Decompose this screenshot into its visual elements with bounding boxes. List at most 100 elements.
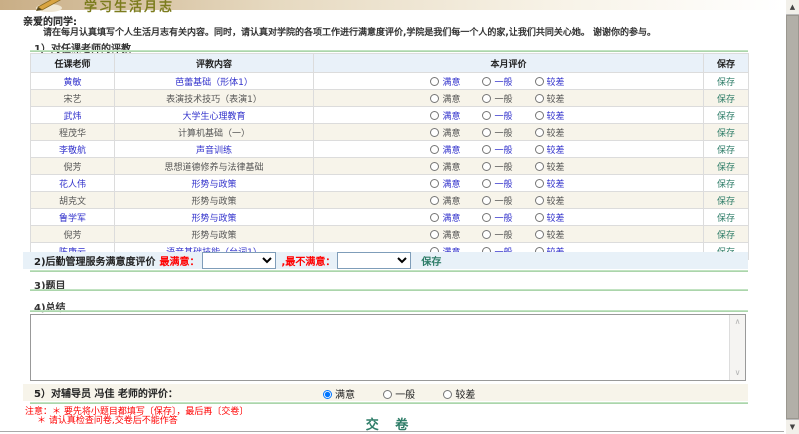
rating-radio-neutral[interactable] [482, 179, 491, 188]
rating-option-neutral[interactable]: 一般 [482, 75, 512, 88]
rating-radio-satisfied[interactable] [430, 94, 439, 103]
table-row: 胡克文 形势与政策 满意一般较差 保存 [31, 192, 749, 209]
rating-option-neutral[interactable]: 一般 [482, 194, 512, 207]
rating-option-neutral[interactable]: 一般 [482, 177, 512, 190]
rating-radio-neutral[interactable] [482, 213, 491, 222]
rating-radio-satisfied[interactable] [430, 128, 439, 137]
rating-radio-satisfied[interactable] [430, 230, 439, 239]
rating-option-poor[interactable]: 较差 [535, 109, 565, 122]
radio-label: 满意 [335, 390, 355, 401]
rating-option-satisfied[interactable]: 满意 [430, 75, 460, 88]
page-scrollbar[interactable]: ▲ ▼ [786, 0, 799, 434]
teacher-name: 李敬航 [31, 141, 115, 158]
row-save-link[interactable]: 保存 [717, 95, 735, 105]
rating-option-poor[interactable]: 较差 [535, 194, 565, 207]
rating-option-poor[interactable]: 较差 [535, 143, 565, 156]
summary-textarea[interactable]: ∧ ∨ [30, 314, 746, 381]
rating-option-neutral[interactable]: 一般 [482, 109, 512, 122]
rating-option-poor[interactable]: 较差 [535, 160, 565, 173]
rating-label: 较差 [547, 231, 565, 241]
textarea-scrollbar[interactable]: ∧ ∨ [729, 315, 745, 380]
rating-radio-poor[interactable] [535, 196, 544, 205]
rating-option-satisfied[interactable]: 满意 [430, 109, 460, 122]
counselor-radio-poor[interactable] [443, 390, 452, 399]
rating-option-satisfied[interactable]: 满意 [430, 126, 460, 139]
rating-option-satisfied[interactable]: 满意 [430, 160, 460, 173]
rating-radio-satisfied[interactable] [430, 145, 439, 154]
least-satisfied-select[interactable] [337, 252, 411, 269]
rating-label: 一般 [494, 129, 512, 139]
rating-radio-satisfied[interactable] [430, 77, 439, 86]
row-save-link[interactable]: 保存 [717, 129, 735, 139]
rating-cell: 满意 一般 较差 [314, 226, 704, 243]
most-satisfied-select[interactable] [202, 252, 276, 269]
course-name: 形势与政策 [115, 175, 314, 192]
rating-radio-neutral[interactable] [482, 196, 491, 205]
rating-option-satisfied[interactable]: 满意 [430, 92, 460, 105]
rating-option-satisfied[interactable]: 满意 [430, 228, 460, 241]
rating-radio-poor[interactable] [535, 145, 544, 154]
scroll-up-button[interactable]: ▲ [786, 0, 799, 15]
rating-option-satisfied[interactable]: 满意 [430, 143, 460, 156]
teacher-name: 花人伟 [31, 175, 115, 192]
rating-radio-neutral[interactable] [482, 111, 491, 120]
textarea-scroll-up-icon[interactable]: ∧ [730, 317, 745, 327]
row-save-link[interactable]: 保存 [717, 197, 735, 207]
rating-label: 较差 [547, 146, 565, 156]
rating-option-poor[interactable]: 较差 [535, 75, 565, 88]
rating-label: 满意 [442, 197, 460, 207]
rating-radio-satisfied[interactable] [430, 196, 439, 205]
rating-radio-poor[interactable] [535, 179, 544, 188]
rating-option-poor[interactable]: 较差 [535, 228, 565, 241]
row-save-link[interactable]: 保存 [717, 112, 735, 122]
textarea-scroll-down-icon[interactable]: ∨ [730, 368, 745, 378]
counselor-option-neutral[interactable]: 一般 [383, 390, 415, 401]
section2-save-link[interactable]: 保存 [421, 253, 441, 268]
counselor-radio-neutral[interactable] [383, 390, 392, 399]
rating-radio-satisfied[interactable] [430, 179, 439, 188]
rating-radio-satisfied[interactable] [430, 111, 439, 120]
rating-option-neutral[interactable]: 一般 [482, 228, 512, 241]
rating-option-poor[interactable]: 较差 [535, 126, 565, 139]
row-save-link[interactable]: 保存 [717, 78, 735, 88]
counselor-option-satisfied[interactable]: 满意 [323, 390, 355, 401]
rating-radio-neutral[interactable] [482, 77, 491, 86]
row-save-link[interactable]: 保存 [717, 146, 735, 156]
row-save-link[interactable]: 保存 [717, 163, 735, 173]
rating-option-satisfied[interactable]: 满意 [430, 177, 460, 190]
rating-radio-poor[interactable] [535, 111, 544, 120]
rating-radio-poor[interactable] [535, 162, 544, 171]
rating-radio-neutral[interactable] [482, 94, 491, 103]
rating-option-neutral[interactable]: 一般 [482, 160, 512, 173]
rating-radio-neutral[interactable] [482, 145, 491, 154]
rating-radio-poor[interactable] [535, 77, 544, 86]
counselor-radio-satisfied[interactable] [323, 390, 332, 399]
rating-option-neutral[interactable]: 一般 [482, 126, 512, 139]
rating-radio-poor[interactable] [535, 230, 544, 239]
section2-divider [30, 270, 748, 272]
row-save-link[interactable]: 保存 [717, 214, 735, 224]
rating-option-neutral[interactable]: 一般 [482, 211, 512, 224]
rating-option-poor[interactable]: 较差 [535, 92, 565, 105]
rating-option-neutral[interactable]: 一般 [482, 143, 512, 156]
counselor-option-poor[interactable]: 较差 [443, 390, 475, 401]
rating-radio-poor[interactable] [535, 213, 544, 222]
teacher-name: 鲁学军 [31, 209, 115, 226]
table-header-row: 任课老师 评教内容 本月评价 保存 [31, 54, 749, 73]
row-save-link[interactable]: 保存 [717, 231, 735, 241]
rating-radio-satisfied[interactable] [430, 162, 439, 171]
rating-radio-satisfied[interactable] [430, 213, 439, 222]
rating-radio-neutral[interactable] [482, 230, 491, 239]
rating-option-satisfied[interactable]: 满意 [430, 194, 460, 207]
rating-radio-neutral[interactable] [482, 162, 491, 171]
rating-option-poor[interactable]: 较差 [535, 211, 565, 224]
rating-radio-poor[interactable] [535, 94, 544, 103]
rating-option-poor[interactable]: 较差 [535, 177, 565, 190]
rating-radio-poor[interactable] [535, 128, 544, 137]
rating-option-neutral[interactable]: 一般 [482, 92, 512, 105]
scrollbar-thumb[interactable] [786, 15, 799, 419]
row-save-link[interactable]: 保存 [717, 180, 735, 190]
scroll-down-button[interactable]: ▼ [786, 419, 799, 434]
rating-option-satisfied[interactable]: 满意 [430, 211, 460, 224]
rating-radio-neutral[interactable] [482, 128, 491, 137]
